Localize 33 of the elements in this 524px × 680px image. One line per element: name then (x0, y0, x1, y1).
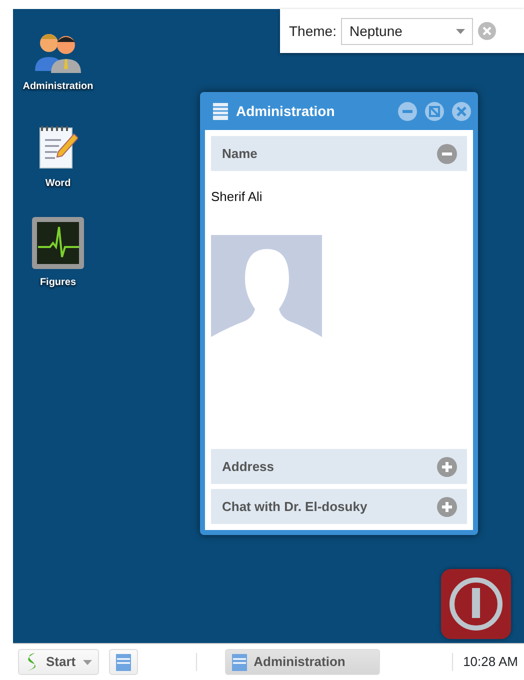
caret-icon (456, 28, 466, 34)
window-icon (116, 654, 131, 670)
power-button[interactable] (441, 569, 511, 639)
clock: 10:28 AM (463, 653, 518, 672)
start-button[interactable]: Start (18, 649, 99, 675)
window-icon (213, 102, 228, 120)
collapse-icon[interactable] (437, 144, 457, 164)
caret-icon (82, 660, 92, 664)
avatar-icon (211, 234, 322, 340)
icon-label[interactable]: Word (45, 176, 71, 191)
quick-launch-button[interactable] (108, 649, 138, 675)
name-text: Sherif Ali (211, 188, 264, 206)
theme-label: Theme: (289, 22, 336, 40)
window-icon (232, 654, 247, 670)
panel-header[interactable]: Chat with Dr. El-dosuky (211, 489, 467, 524)
monitor-icon[interactable] (32, 217, 84, 269)
panel-title: Address (222, 458, 274, 476)
minimize-icon[interactable] (398, 102, 417, 120)
expand-icon[interactable] (437, 456, 457, 476)
theme-select[interactable]: Neptune (341, 18, 474, 44)
panel-title: Name (222, 144, 258, 163)
icon-label[interactable]: Figures (40, 275, 76, 290)
panel-title: Chat with Dr. El-dosuky (222, 498, 368, 516)
maximize-icon[interactable] (425, 102, 444, 120)
panel-header[interactable]: Name (211, 136, 467, 171)
expand-icon[interactable] (437, 496, 457, 516)
task-button[interactable]: Administration (224, 649, 380, 675)
clear-icon[interactable] (478, 22, 496, 40)
icon-label[interactable]: Administration (22, 79, 94, 94)
panel-header[interactable]: Address (211, 449, 467, 484)
window-title: Administration (236, 102, 336, 120)
notepad-icon[interactable] (38, 124, 78, 170)
close-icon[interactable] (452, 102, 471, 120)
